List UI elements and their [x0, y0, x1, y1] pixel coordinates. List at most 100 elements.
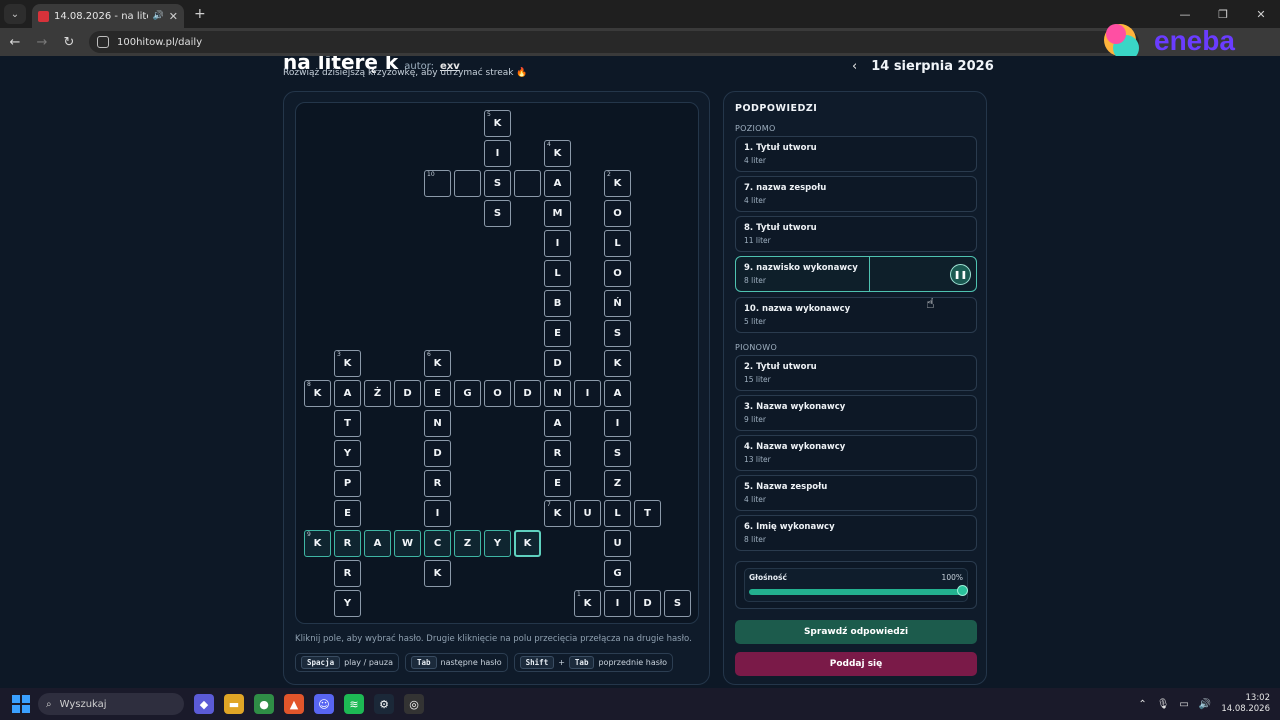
clue-down-6[interactable]: 6. Imię wykonawcy 8 liter	[735, 515, 977, 551]
grid-cell[interactable]: O	[604, 200, 631, 227]
grid-cell[interactable]: S	[484, 200, 511, 227]
grid-cell[interactable]: Z	[454, 530, 481, 557]
clue-across-10[interactable]: 10. nazwa wykonawcy 5 liter	[735, 297, 977, 333]
chrome-icon[interactable]: ●	[254, 694, 274, 714]
grid-cell[interactable]: G	[604, 560, 631, 587]
grid-cell[interactable]: O	[604, 260, 631, 287]
copilot-icon[interactable]: ◆	[194, 694, 214, 714]
grid-cell[interactable]: E	[334, 500, 361, 527]
spotify-icon[interactable]: ≋	[344, 694, 364, 714]
grid-cell[interactable]: K	[424, 560, 451, 587]
obs-icon[interactable]: ◎	[404, 694, 424, 714]
steam-icon[interactable]: ⚙	[374, 694, 394, 714]
back-icon[interactable]: ←	[3, 30, 27, 54]
grid-cell[interactable]: 3K	[334, 350, 361, 377]
forward-icon[interactable]: →	[30, 30, 54, 54]
grid-cell[interactable]: L	[544, 260, 571, 287]
file-explorer-icon[interactable]: ▬	[224, 694, 244, 714]
grid-cell[interactable]: D	[394, 380, 421, 407]
grid-cell[interactable]: 9K	[304, 530, 331, 557]
tab-search-button[interactable]: ⌄	[4, 4, 26, 24]
discord-icon[interactable]: ☺	[314, 694, 334, 714]
address-bar[interactable]: 100hitow.pl/daily	[89, 31, 1139, 53]
grid-cell[interactable]: O	[484, 380, 511, 407]
grid-cell[interactable]: W	[394, 530, 421, 557]
grid-cell[interactable]: Y	[334, 440, 361, 467]
speaker-icon[interactable]: 🔊	[153, 11, 164, 21]
grid-cell[interactable]: I	[424, 500, 451, 527]
grid-cell[interactable]: L	[604, 500, 631, 527]
check-answers-button[interactable]: Sprawdź odpowiedzi	[735, 620, 977, 644]
grid-cell[interactable]: R	[424, 470, 451, 497]
grid-cell[interactable]: L	[604, 230, 631, 257]
grid-cell[interactable]: E	[544, 320, 571, 347]
grid-cell[interactable]: I	[544, 230, 571, 257]
grid-cell[interactable]: A	[544, 170, 571, 197]
grid-cell[interactable]: 10	[424, 170, 451, 197]
grid-cell[interactable]	[514, 170, 541, 197]
grid-cell[interactable]: Ż	[364, 380, 391, 407]
grid-cell[interactable]: B	[544, 290, 571, 317]
grid-cell[interactable]: S	[484, 170, 511, 197]
browser-tab[interactable]: 14.08.2026 - na literę k | 100 🔊 ✕	[32, 4, 184, 28]
new-tab-button[interactable]: +	[194, 6, 206, 22]
grid-cell[interactable]: U	[574, 500, 601, 527]
grid-cell[interactable]: I	[484, 140, 511, 167]
grid-cell[interactable]: 8K	[304, 380, 331, 407]
grid-cell[interactable]: N	[544, 380, 571, 407]
clue-across-8[interactable]: 8. Tytuł utworu 11 liter	[735, 216, 977, 252]
grid-cell[interactable]: R	[544, 440, 571, 467]
taskbar-search[interactable]: ⌕ Wyszukaj	[38, 693, 184, 715]
volume-slider[interactable]	[749, 589, 963, 595]
clue-across-7[interactable]: 7. nazwa zespołu 4 liter	[735, 176, 977, 212]
clock[interactable]: 13:02 14.08.2026	[1221, 693, 1270, 715]
prev-day-button[interactable]: ‹	[852, 59, 857, 74]
grid-cell[interactable]: U	[604, 530, 631, 557]
volume-thumb[interactable]	[957, 585, 968, 596]
grid-cell[interactable]	[454, 170, 481, 197]
grid-cell[interactable]: S	[604, 440, 631, 467]
grid-cell[interactable]: E	[424, 380, 451, 407]
tab-close-icon[interactable]: ✕	[169, 10, 178, 23]
grid-cell[interactable]: D	[544, 350, 571, 377]
grid-cell[interactable]: P	[334, 470, 361, 497]
grid-cell[interactable]: Y	[334, 590, 361, 617]
give-up-button[interactable]: Poddaj się	[735, 652, 977, 676]
grid-cell[interactable]: E	[544, 470, 571, 497]
grid-cell[interactable]: T	[334, 410, 361, 437]
grid-cell[interactable]: Ń	[604, 290, 631, 317]
clue-down-4[interactable]: 4. Nazwa wykonawcy 13 liter	[735, 435, 977, 471]
grid-cell[interactable]: Y	[484, 530, 511, 557]
grid-cell[interactable]: D	[514, 380, 541, 407]
grid-cell[interactable]: S	[604, 320, 631, 347]
grid-cell[interactable]: A	[544, 410, 571, 437]
grid-cell[interactable]: A	[334, 380, 361, 407]
grid-cell[interactable]: D	[634, 590, 661, 617]
clue-across-9[interactable]: 9. nazwisko wykonawcy 8 liter ❚❚	[735, 256, 977, 292]
grid-cell[interactable]: T	[634, 500, 661, 527]
clue-down-5[interactable]: 5. Nazwa zespołu 4 liter	[735, 475, 977, 511]
grid-cell[interactable]: 4K	[544, 140, 571, 167]
clue-down-3[interactable]: 3. Nazwa wykonawcy 9 liter	[735, 395, 977, 431]
reload-icon[interactable]: ↻	[57, 30, 81, 54]
network-icon[interactable]: ▭	[1179, 699, 1188, 710]
brave-icon[interactable]: ▲	[284, 694, 304, 714]
grid-cell[interactable]: I	[574, 380, 601, 407]
grid-cell[interactable]: R	[334, 560, 361, 587]
grid-cell[interactable]: I	[604, 590, 631, 617]
grid-cell[interactable]: 1K	[574, 590, 601, 617]
grid-cell[interactable]: A	[364, 530, 391, 557]
grid-cell[interactable]: I	[604, 410, 631, 437]
grid-cell[interactable]: 6K	[424, 350, 451, 377]
grid-cell[interactable]: S	[664, 590, 691, 617]
grid-cell[interactable]: A	[604, 380, 631, 407]
pause-icon[interactable]: ❚❚	[950, 264, 971, 285]
microphone-icon[interactable]: 🎙	[1157, 699, 1170, 710]
grid-cell[interactable]: G	[454, 380, 481, 407]
grid-cell[interactable]: Z	[604, 470, 631, 497]
clue-down-2[interactable]: 2. Tytuł utworu 15 liter	[735, 355, 977, 391]
clue-across-1[interactable]: 1. Tytuł utworu 4 liter	[735, 136, 977, 172]
speaker-icon[interactable]: 🔊	[1199, 699, 1211, 710]
grid-cell[interactable]: K	[514, 530, 541, 557]
grid-cell[interactable]: C	[424, 530, 451, 557]
